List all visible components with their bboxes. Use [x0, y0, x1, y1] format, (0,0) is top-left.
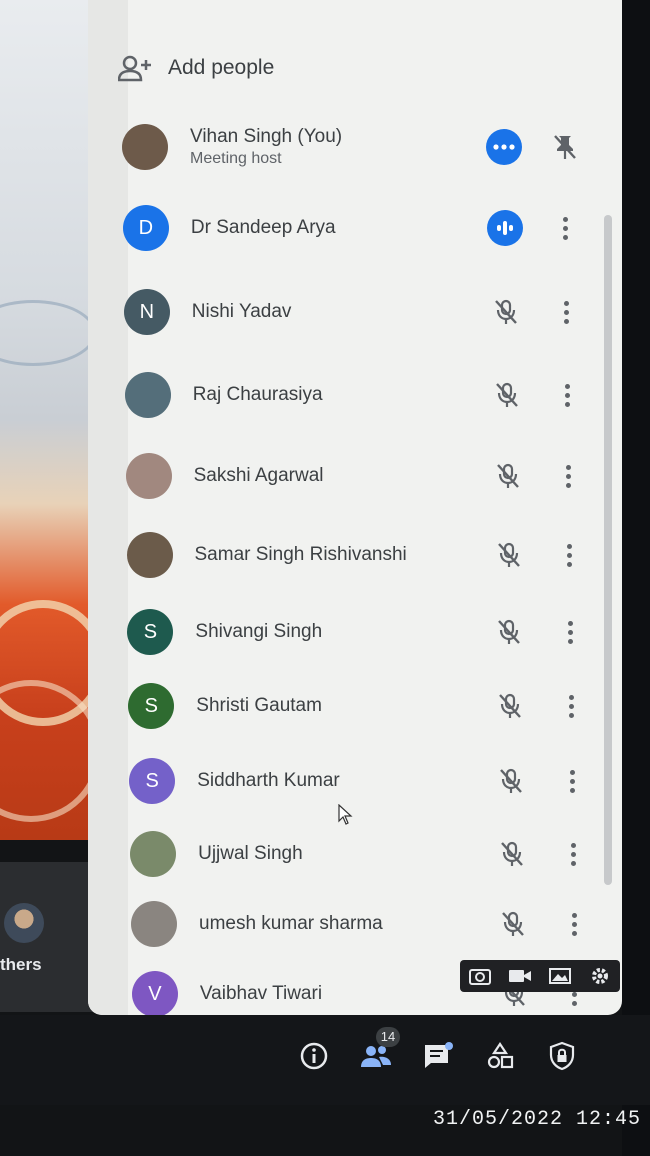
participant-row[interactable]: S Shristi Gautam	[128, 676, 598, 736]
participant-name: Siddharth Kumar	[197, 770, 340, 791]
participant-name: Ujjwal Singh	[198, 843, 303, 864]
participant-row[interactable]: S Siddharth Kumar	[129, 751, 599, 811]
others-avatar	[4, 903, 44, 943]
participant-name: Samar Singh Rishivanshi	[194, 544, 407, 565]
more-vertical-icon[interactable]	[551, 210, 581, 246]
participant-row[interactable]: Vihan Singh (You) Meeting host	[122, 117, 592, 177]
camera-toolbar	[460, 960, 620, 992]
more-vertical-icon[interactable]	[555, 537, 585, 573]
more-vertical-icon[interactable]	[552, 294, 582, 330]
more-horizontal-icon[interactable]	[486, 129, 522, 165]
participant-name: Dr Sandeep Arya	[190, 217, 336, 238]
mic-off-icon	[491, 537, 527, 573]
activities-icon[interactable]	[484, 1040, 516, 1072]
participants-scrollbar[interactable]	[604, 215, 612, 885]
add-person-icon	[118, 55, 151, 82]
more-vertical-icon[interactable]	[558, 836, 588, 872]
people-count-badge: 14	[376, 1027, 400, 1047]
more-vertical-icon[interactable]	[555, 614, 585, 650]
participant-name: Vihan Singh (You)	[190, 126, 343, 147]
participant-name: umesh kumar sharma	[199, 913, 383, 934]
participant-name: Nishi Yadav	[191, 301, 292, 322]
info-icon[interactable]	[298, 1040, 330, 1072]
more-vertical-icon[interactable]	[559, 906, 589, 942]
participant-avatar	[122, 124, 168, 170]
settings-icon[interactable]	[588, 966, 612, 986]
add-people-label: Add people	[168, 56, 275, 79]
participant-names: Raj Chaurasiya	[193, 384, 595, 406]
participant-names: Ujjwal Singh	[198, 843, 600, 865]
participant-row[interactable]: S Shivangi Singh	[127, 602, 597, 662]
participant-avatar: N	[123, 289, 170, 335]
participant-avatar	[125, 453, 172, 499]
mic-off-icon	[495, 906, 531, 942]
more-vertical-icon[interactable]	[557, 763, 587, 799]
participant-name: Shristi Gautam	[196, 695, 322, 716]
participant-avatar: S	[128, 683, 175, 729]
participant-name: Shivangi Singh	[195, 621, 323, 642]
participant-names: Shristi Gautam	[196, 695, 598, 717]
photo-timestamp: 31/05/2022 12:45	[433, 1108, 642, 1131]
audio-speaking-icon	[486, 210, 523, 246]
participant-names: Dr Sandeep Arya	[191, 217, 593, 239]
participant-avatar: D	[122, 205, 169, 251]
mouse-cursor-icon	[338, 804, 353, 825]
mic-off-icon	[492, 688, 528, 724]
add-people-button[interactable]: Add people	[118, 50, 274, 86]
participant-name: Sakshi Agarwal	[193, 465, 324, 486]
participant-avatar: V	[131, 971, 178, 1015]
chat-icon[interactable]	[422, 1040, 454, 1072]
participant-row[interactable]: Samar Singh Rishivanshi	[126, 525, 597, 585]
others-label: thers	[0, 955, 42, 974]
pin-off-icon[interactable]	[550, 129, 580, 165]
screen-bezel	[622, 0, 650, 1156]
video-decoration	[0, 300, 88, 366]
mic-off-icon	[491, 614, 527, 650]
participant-avatar	[130, 831, 177, 877]
participant-avatar	[126, 532, 173, 578]
camera-icon[interactable]	[468, 966, 492, 986]
participant-names: Nishi Yadav	[192, 301, 594, 323]
participant-avatar	[131, 901, 177, 947]
gallery-icon[interactable]	[548, 966, 572, 986]
participant-names: Siddharth Kumar	[197, 770, 599, 792]
mic-off-icon	[493, 763, 529, 799]
participant-names: umesh kumar sharma	[199, 913, 601, 935]
participant-names: Samar Singh Rishivanshi	[195, 544, 597, 566]
mic-off-icon	[490, 458, 526, 494]
participant-row[interactable]: Raj Chaurasiya	[124, 365, 595, 425]
more-vertical-icon[interactable]	[554, 458, 584, 494]
participant-avatar: S	[127, 609, 174, 655]
mic-off-icon	[489, 377, 525, 413]
participant-row[interactable]: D Dr Sandeep Arya	[122, 198, 593, 258]
video-decoration	[0, 680, 88, 822]
participant-role: Meeting host	[190, 150, 282, 167]
participants-panel: Add people Vihan Singh (You) Meeting host…	[88, 0, 622, 1015]
video-icon[interactable]	[508, 966, 532, 986]
more-vertical-icon[interactable]	[553, 377, 583, 413]
participant-row[interactable]: N Nishi Yadav	[123, 282, 594, 342]
participant-avatar: S	[129, 758, 176, 804]
participant-names: Sakshi Agarwal	[194, 465, 596, 487]
participant-name: Raj Chaurasiya	[192, 384, 323, 405]
participant-names: Shivangi Singh	[195, 621, 597, 643]
host-controls-icon[interactable]	[546, 1040, 578, 1072]
participant-row[interactable]: Ujjwal Singh	[130, 824, 600, 884]
participant-names: Vihan Singh (You) Meeting host	[190, 126, 592, 168]
participant-row[interactable]: umesh kumar sharma	[131, 894, 601, 954]
participant-row[interactable]: Sakshi Agarwal	[125, 446, 596, 506]
mic-off-icon	[494, 836, 530, 872]
more-vertical-icon[interactable]	[556, 688, 586, 724]
participant-avatar	[124, 372, 171, 418]
presenter-video-tile[interactable]	[0, 0, 88, 840]
mic-off-icon	[488, 294, 524, 330]
